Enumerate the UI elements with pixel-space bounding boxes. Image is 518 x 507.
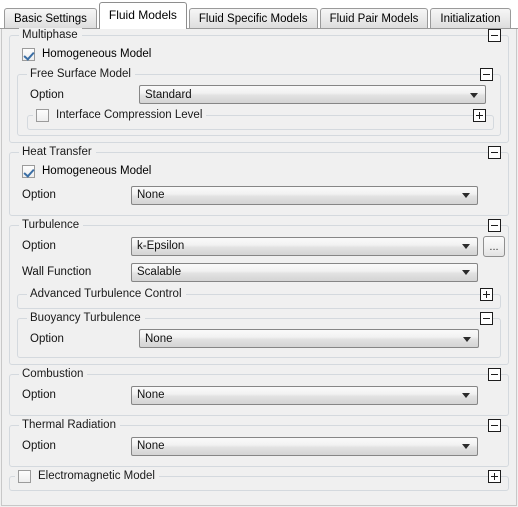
- row-thermal-radiation-option: Option None: [10, 433, 508, 459]
- tab-fluid-models[interactable]: Fluid Models: [98, 2, 187, 29]
- free-surface-option-label: Option: [30, 88, 64, 101]
- ellipsis-icon: ...: [489, 240, 499, 253]
- turbulence-option-label: Option: [22, 240, 56, 252]
- tab-label: Basic Settings: [14, 13, 87, 25]
- free-surface-model-collapse-toggle[interactable]: [480, 68, 493, 81]
- heat-transfer-option-label: Option: [22, 189, 56, 201]
- chevron-down-icon: [462, 193, 470, 198]
- interface-compression-level-checkbox[interactable]: [36, 108, 49, 122]
- turbulence-option-combo[interactable]: k-Epsilon: [131, 236, 478, 256]
- heat-transfer-homogeneous-model-checkbox[interactable]: [22, 164, 35, 178]
- group-heat-transfer-title: Heat Transfer: [19, 145, 96, 159]
- buoyancy-turbulence-option-combo[interactable]: None: [139, 329, 479, 348]
- chevron-down-icon: [462, 393, 470, 398]
- group-multiphase: Multiphase Homogeneous Model Free Surfac…: [9, 28, 509, 143]
- group-thermal-radiation: Thermal Radiation Option None: [9, 418, 509, 467]
- wall-function-label: Wall Function: [22, 266, 92, 278]
- group-heat-transfer: Heat Transfer Homogeneous Model Option N…: [9, 145, 509, 216]
- group-interface-compression-level-title: Interface Compression Level: [33, 108, 207, 122]
- chevron-down-icon: [462, 270, 470, 275]
- tab-fluid-specific-models[interactable]: Fluid Specific Models: [188, 8, 318, 29]
- free-surface-option-value: Standard: [145, 88, 192, 101]
- tab-basic-settings[interactable]: Basic Settings: [4, 8, 97, 29]
- combustion-collapse-toggle[interactable]: [488, 368, 501, 381]
- chevron-down-icon: [463, 336, 471, 342]
- interface-compression-level-label: Interface Compression Level: [56, 109, 203, 121]
- electromagnetic-model-expand-toggle[interactable]: [488, 470, 501, 483]
- group-thermal-radiation-title: Thermal Radiation: [19, 418, 120, 432]
- row-heat-transfer-option: Option None: [10, 182, 508, 208]
- group-advanced-turbulence-control: Advanced Turbulence Control: [17, 287, 501, 309]
- homogeneous-model-label: Homogeneous Model: [42, 48, 152, 60]
- electromagnetic-model-checkbox[interactable]: [18, 469, 31, 483]
- heat-transfer-option-value: None: [137, 189, 165, 201]
- combustion-option-combo[interactable]: None: [131, 385, 478, 405]
- tab-label: Fluid Pair Models: [329, 13, 419, 25]
- turbulence-collapse-toggle[interactable]: [488, 219, 501, 232]
- free-surface-option-combo[interactable]: Standard: [139, 85, 486, 104]
- combustion-option-label: Option: [22, 389, 56, 401]
- group-electromagnetic-model-title: Electromagnetic Model: [15, 469, 159, 483]
- combustion-option-value: None: [137, 389, 165, 401]
- buoyancy-turbulence-collapse-toggle[interactable]: [480, 312, 493, 325]
- row-multiphase-homogeneous-model[interactable]: Homogeneous Model: [10, 43, 508, 65]
- chevron-down-icon: [462, 444, 470, 449]
- group-interface-compression-level: Interface Compression Level: [27, 108, 494, 130]
- tab-label: Fluid Models: [108, 8, 177, 22]
- turbulence-option-more-button[interactable]: ...: [483, 235, 505, 257]
- buoyancy-turbulence-option-label: Option: [30, 332, 64, 345]
- thermal-radiation-option-value: None: [137, 440, 165, 452]
- tab-strip: Basic Settings Fluid Models Fluid Specif…: [0, 0, 518, 29]
- heat-transfer-collapse-toggle[interactable]: [488, 146, 501, 159]
- heat-transfer-option-combo[interactable]: None: [131, 185, 478, 205]
- group-buoyancy-turbulence-title: Buoyancy Turbulence: [27, 311, 145, 325]
- electromagnetic-model-label: Electromagnetic Model: [38, 470, 155, 482]
- multiphase-collapse-toggle[interactable]: [488, 29, 501, 42]
- thermal-radiation-option-combo[interactable]: None: [131, 436, 478, 456]
- wall-function-combo[interactable]: Scalable: [131, 262, 478, 282]
- group-multiphase-title: Multiphase: [19, 28, 82, 42]
- group-combustion-title: Combustion: [19, 367, 88, 381]
- group-advanced-turbulence-control-title: Advanced Turbulence Control: [27, 287, 186, 301]
- row-buoyancy-turbulence-option: Option None: [18, 326, 500, 351]
- row-turbulence-wall-function: Wall Function Scalable: [10, 259, 508, 285]
- fluid-models-panel: Basic Settings Fluid Models Fluid Specif…: [0, 0, 518, 507]
- group-free-surface-model-title: Free Surface Model: [27, 67, 135, 81]
- row-heat-transfer-homogeneous-model[interactable]: Homogeneous Model: [10, 160, 508, 182]
- group-electromagnetic-model: Electromagnetic Model: [9, 469, 509, 491]
- tab-initialization[interactable]: Initialization: [430, 8, 511, 29]
- wall-function-value: Scalable: [137, 266, 182, 278]
- thermal-radiation-collapse-toggle[interactable]: [488, 419, 501, 432]
- buoyancy-turbulence-option-value: None: [145, 332, 173, 345]
- tab-fluid-pair-models[interactable]: Fluid Pair Models: [319, 8, 429, 29]
- interface-compression-level-expand-toggle[interactable]: [473, 109, 486, 122]
- row-turbulence-option: Option k-Epsilon ...: [10, 233, 508, 259]
- group-combustion: Combustion Option None: [9, 367, 509, 416]
- thermal-radiation-option-label: Option: [22, 440, 56, 452]
- tab-label: Fluid Specific Models: [198, 13, 308, 25]
- homogeneous-model-checkbox[interactable]: [22, 47, 35, 61]
- row-combustion-option: Option None: [10, 382, 508, 408]
- group-free-surface-model: Free Surface Model Option Standard Inter…: [17, 67, 501, 136]
- heat-transfer-homogeneous-model-label: Homogeneous Model: [42, 165, 152, 177]
- tab-label: Initialization: [440, 13, 501, 25]
- chevron-down-icon: [470, 92, 478, 98]
- chevron-down-icon: [462, 244, 470, 249]
- group-turbulence: Turbulence Option k-Epsilon ... Wall Fun…: [9, 218, 509, 365]
- turbulence-option-value: k-Epsilon: [137, 240, 185, 252]
- row-free-surface-option: Option Standard: [18, 82, 500, 107]
- group-turbulence-title: Turbulence: [19, 218, 84, 232]
- tab-content-pane: Multiphase Homogeneous Model Free Surfac…: [1, 28, 517, 506]
- advanced-turbulence-control-expand-toggle[interactable]: [480, 288, 493, 301]
- group-buoyancy-turbulence: Buoyancy Turbulence Option None: [17, 311, 501, 358]
